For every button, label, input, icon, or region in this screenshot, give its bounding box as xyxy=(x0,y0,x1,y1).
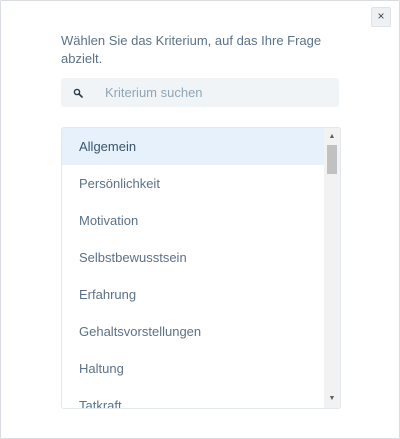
close-icon: × xyxy=(377,9,385,23)
search-icon xyxy=(72,87,84,99)
list-item[interactable]: Erfahrung xyxy=(62,276,324,313)
list-item[interactable]: Persönlichkeit xyxy=(62,165,324,202)
scroll-up-icon[interactable]: ▲ xyxy=(324,130,340,144)
criteria-list: Allgemein Persönlichkeit Motivation Selb… xyxy=(61,127,341,409)
close-button[interactable]: × xyxy=(371,7,391,27)
scroll-down-icon[interactable]: ▼ xyxy=(324,392,340,406)
criteria-list-items: Allgemein Persönlichkeit Motivation Selb… xyxy=(62,128,324,408)
list-item[interactable]: Allgemein xyxy=(62,128,324,165)
list-scrollbar[interactable]: ▲ ▼ xyxy=(324,128,340,408)
dialog-prompt: Wählen Sie das Kriterium, auf das Ihre F… xyxy=(61,33,322,66)
search-input[interactable] xyxy=(105,85,325,100)
list-item[interactable]: Selbstbewusstsein xyxy=(62,239,324,276)
search-box[interactable] xyxy=(61,78,339,107)
list-item[interactable]: Tatkraft xyxy=(62,387,324,408)
list-item[interactable]: Haltung xyxy=(62,350,324,387)
scroll-thumb[interactable] xyxy=(327,145,337,174)
list-item[interactable]: Gehaltsvorstellungen xyxy=(62,313,324,350)
criteria-dialog: × Wählen Sie das Kriterium, auf das Ihre… xyxy=(0,0,400,439)
list-item[interactable]: Motivation xyxy=(62,202,324,239)
